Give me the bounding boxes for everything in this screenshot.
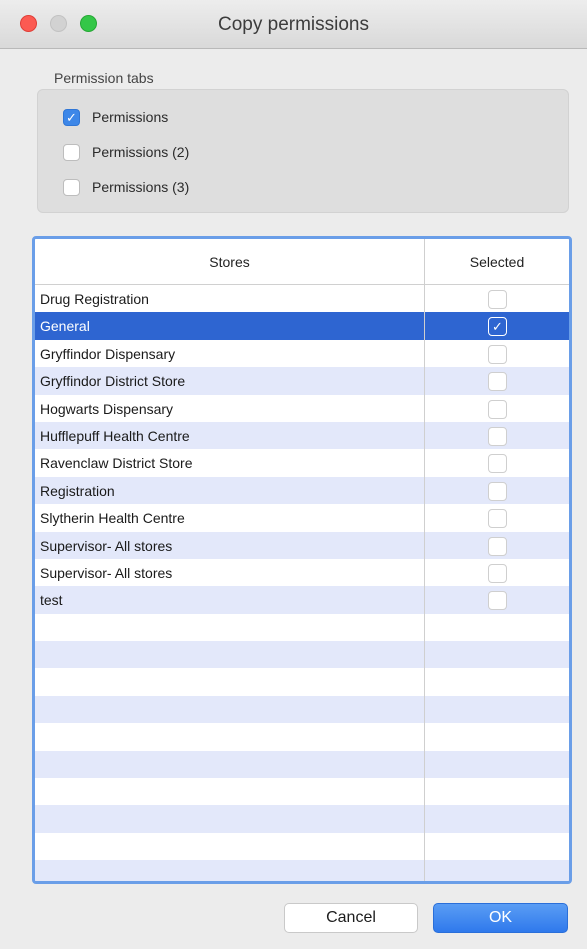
selected-checkbox[interactable] <box>488 290 507 309</box>
selected-checkbox[interactable] <box>488 426 507 446</box>
permissions-checkbox[interactable]: ✓ <box>63 108 80 126</box>
permissions-label: Permissions <box>92 109 169 125</box>
cancel-button[interactable]: Cancel <box>284 903 418 933</box>
empty-table-row <box>35 778 569 805</box>
store-name-cell: Hogwarts Dispensary <box>40 400 174 417</box>
selected-checkbox[interactable] <box>488 372 507 392</box>
column-divider <box>424 239 425 881</box>
checkmark-icon: ✓ <box>66 109 77 125</box>
empty-table-row <box>35 805 569 833</box>
selected-checkbox[interactable] <box>488 509 507 529</box>
empty-table-row <box>35 614 569 641</box>
table-row[interactable]: Registration <box>35 476 569 505</box>
checkmark-icon: ✓ <box>492 319 503 335</box>
permission-tab-option-2[interactable]: Permissions (2) <box>63 142 189 162</box>
table-row[interactable]: test <box>35 586 569 614</box>
permissions-2-checkbox[interactable] <box>63 143 80 161</box>
permissions-3-checkbox[interactable] <box>63 178 80 196</box>
permission-tabs-label: Permission tabs <box>54 70 154 86</box>
window-title: Copy permissions <box>218 14 369 35</box>
empty-table-row <box>35 641 569 669</box>
table-row[interactable]: Gryffindor Dispensary <box>35 340 569 367</box>
copy-permissions-dialog: Copy permissions Permission tabs ✓ Permi… <box>0 0 587 949</box>
table-row[interactable]: General ✓ <box>35 312 569 340</box>
selected-checkbox[interactable]: ✓ <box>488 317 507 337</box>
store-name-cell: General <box>40 318 90 335</box>
title-bar: Copy permissions <box>0 0 587 49</box>
permissions-2-label: Permissions (2) <box>92 144 190 160</box>
selected-checkbox[interactable] <box>488 481 507 501</box>
table-row[interactable]: Supervisor- All stores <box>35 531 569 559</box>
selected-column-header[interactable]: Selected <box>425 254 569 270</box>
store-name-cell: Registration <box>40 482 115 499</box>
selected-checkbox[interactable] <box>488 344 507 364</box>
empty-table-row <box>35 695 569 724</box>
store-name-cell: Hufflepuff Health Centre <box>40 427 190 444</box>
store-name-cell: Drug Registration <box>40 291 149 307</box>
store-name-cell: Gryffindor Dispensary <box>40 345 176 362</box>
selected-checkbox[interactable] <box>488 591 507 611</box>
selected-checkbox[interactable] <box>488 563 507 583</box>
stores-column-header[interactable]: Stores <box>35 254 424 270</box>
table-row[interactable]: Hogwarts Dispensary <box>35 395 569 422</box>
selected-checkbox[interactable] <box>488 399 507 419</box>
store-name-cell: test <box>40 592 63 609</box>
empty-table-row <box>35 723 569 750</box>
store-name-cell: Ravenclaw District Store <box>40 455 193 472</box>
store-name-cell: Supervisor- All stores <box>40 537 173 554</box>
store-name-cell: Slytherin Health Centre <box>40 510 185 527</box>
permission-tab-option-1[interactable]: ✓ Permissions <box>63 107 168 127</box>
table-row[interactable]: Hufflepuff Health Centre <box>35 421 569 450</box>
table-body: Drug Registration General ✓ Gryffindor Disp… <box>35 285 569 881</box>
ok-button[interactable]: OK <box>433 903 568 933</box>
empty-table-row <box>35 750 569 779</box>
table-header: Stores Selected <box>35 239 569 285</box>
table-row[interactable]: Drug Registration <box>35 285 569 312</box>
table-row[interactable]: Slytherin Health Centre <box>35 504 569 531</box>
table-row[interactable]: Supervisor- All stores <box>35 559 569 586</box>
store-name-cell: Gryffindor District Store <box>40 373 186 390</box>
selected-checkbox[interactable] <box>488 536 507 556</box>
stores-table[interactable]: Stores Selected Drug Registration General… <box>32 236 572 884</box>
permissions-3-label: Permissions (3) <box>92 179 190 195</box>
store-name-cell: Supervisor- All stores <box>40 564 173 581</box>
permission-tab-option-3[interactable]: Permissions (3) <box>63 177 189 197</box>
empty-table-row <box>35 860 569 881</box>
empty-table-row <box>35 668 569 695</box>
table-row[interactable]: Ravenclaw District Store <box>35 449 569 476</box>
selected-checkbox[interactable] <box>488 454 507 474</box>
empty-table-row <box>35 833 569 860</box>
table-row[interactable]: Gryffindor District Store <box>35 367 569 395</box>
